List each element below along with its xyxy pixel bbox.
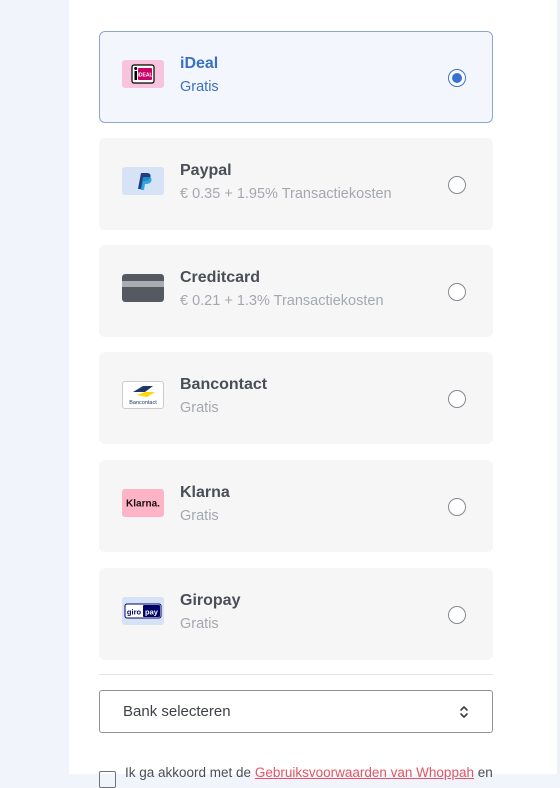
payment-option-creditcard[interactable]: Creditcard € 0.21 + 1.3% Transactiekoste… bbox=[99, 245, 493, 337]
payment-option-name: Klarna bbox=[180, 484, 230, 501]
svg-text:iDEAL: iDEAL bbox=[138, 73, 153, 79]
payment-option-klarna[interactable]: Klarna. Klarna Gratis bbox=[99, 460, 493, 552]
bancontact-logo-icon: Bancontact bbox=[122, 381, 164, 409]
ideal-logo-icon: iDEAL bbox=[122, 60, 164, 88]
payment-option-fee: € 0.35 + 1.95% Transactiekosten bbox=[180, 186, 392, 202]
giropay-logo-icon: giro pay bbox=[122, 597, 164, 625]
terms-link[interactable]: Gebruiksvoorwaarden van Whoppah bbox=[255, 765, 474, 780]
payment-option-name: Bancontact bbox=[180, 376, 268, 393]
svg-text:giro: giro bbox=[127, 608, 142, 617]
payment-option-ideal[interactable]: iDEAL iDeal Gratis bbox=[99, 31, 493, 123]
payment-option-name: iDeal bbox=[180, 55, 219, 72]
radio-button[interactable] bbox=[448, 498, 466, 516]
payment-option-fee: Gratis bbox=[180, 508, 219, 524]
svg-text:pay: pay bbox=[145, 608, 159, 617]
bank-select-dropdown[interactable]: Bank selecteren bbox=[99, 690, 493, 733]
payment-option-fee: Gratis bbox=[180, 79, 219, 95]
payment-option-name: Paypal bbox=[180, 162, 232, 179]
chevron-up-down-icon bbox=[458, 703, 470, 721]
svg-text:Bancontact: Bancontact bbox=[129, 400, 157, 406]
payment-option-bancontact[interactable]: Bancontact Bancontact Gratis bbox=[99, 352, 493, 444]
radio-button[interactable] bbox=[448, 283, 466, 301]
payment-option-fee: Gratis bbox=[180, 616, 219, 632]
terms-text: Ik ga akkoord met de Gebruiksvoorwaarden… bbox=[125, 765, 493, 780]
radio-button[interactable] bbox=[448, 390, 466, 408]
radio-button[interactable] bbox=[448, 176, 466, 194]
divider bbox=[99, 674, 493, 675]
radio-button[interactable] bbox=[448, 606, 466, 624]
creditcard-icon bbox=[122, 274, 164, 302]
payment-option-giropay[interactable]: giro pay Giropay Gratis bbox=[99, 568, 493, 660]
payment-option-fee: Gratis bbox=[180, 400, 219, 416]
bank-select-label: Bank selecteren bbox=[123, 703, 231, 720]
payment-option-name: Creditcard bbox=[180, 269, 261, 286]
radio-button-selected[interactable] bbox=[448, 69, 466, 87]
terms-prefix: Ik ga akkoord met de bbox=[125, 765, 252, 780]
payment-option-fee: € 0.21 + 1.3% Transactiekosten bbox=[180, 293, 384, 309]
payment-option-paypal[interactable]: Paypal € 0.35 + 1.95% Transactiekosten bbox=[99, 138, 493, 230]
svg-text:Klarna.: Klarna. bbox=[126, 499, 160, 510]
klarna-logo-icon: Klarna. bbox=[122, 489, 164, 517]
paypal-logo-icon bbox=[122, 167, 164, 195]
terms-suffix: en bbox=[477, 765, 493, 780]
payment-option-name: Giropay bbox=[180, 592, 241, 609]
terms-agreement: Ik ga akkoord met de Gebruiksvoorwaarden… bbox=[99, 762, 499, 788]
